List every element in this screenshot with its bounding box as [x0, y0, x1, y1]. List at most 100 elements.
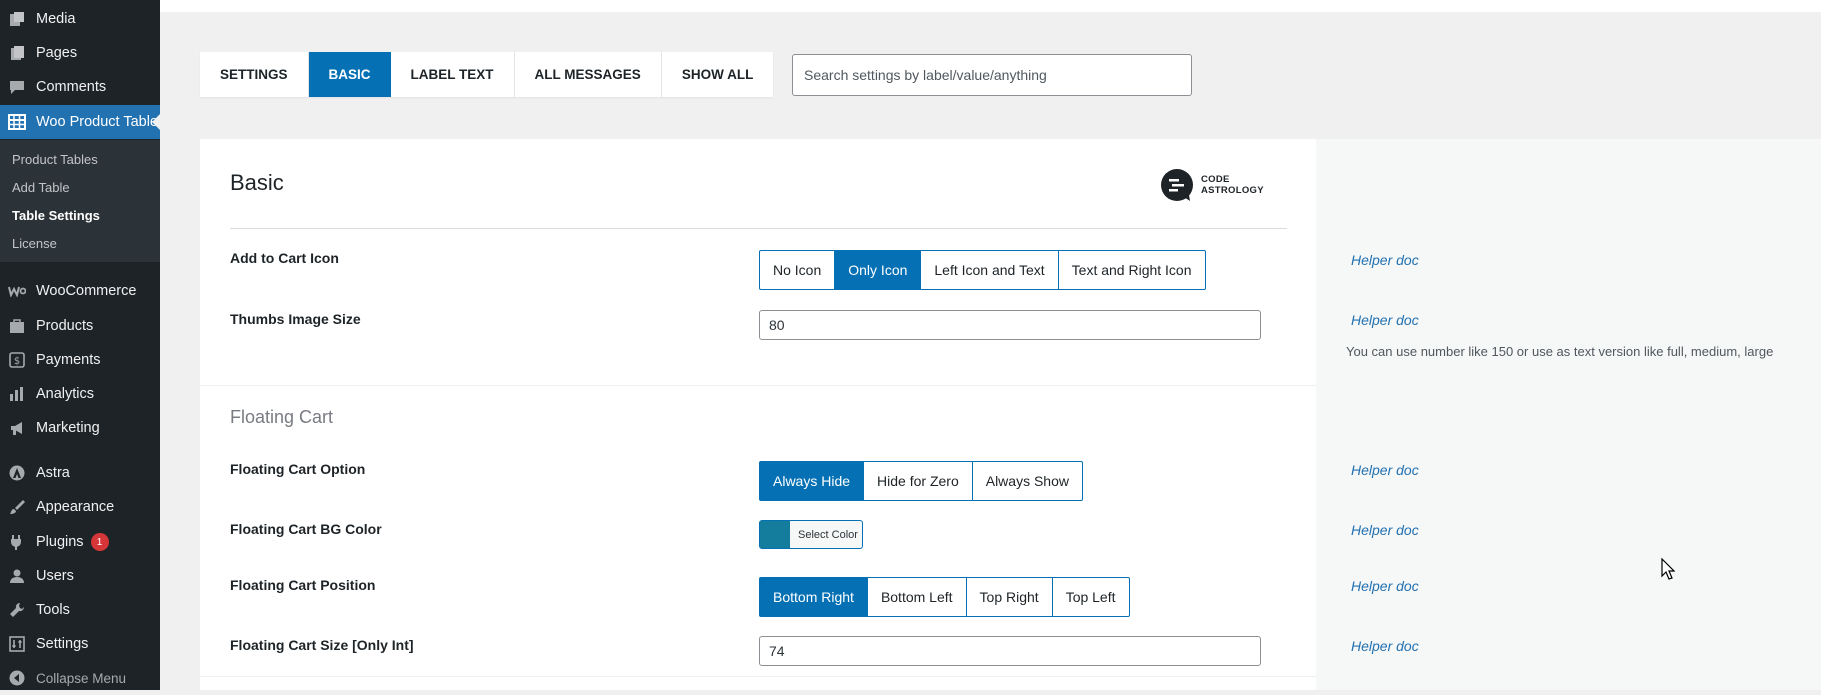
- helper-column: [1316, 139, 1821, 690]
- top-strip: [160, 0, 1821, 12]
- code-astrology-logo: CODE ASTROLOGY: [1160, 168, 1264, 202]
- option-text-and-right-icon[interactable]: Text and Right Icon: [1057, 251, 1205, 289]
- woo-product-table-submenu: Product Tables Add Table Table Settings …: [0, 140, 160, 262]
- floating-cart-position-label: Floating Cart Position: [230, 577, 376, 593]
- option-always-hide[interactable]: Always Hide: [760, 462, 864, 500]
- section-title-basic: Basic: [230, 170, 284, 195]
- helper-doc-link[interactable]: Helper doc: [1351, 312, 1419, 328]
- tab-all-messages[interactable]: ALL MESSAGES: [515, 52, 662, 97]
- helper-doc-link[interactable]: Helper doc: [1351, 462, 1419, 478]
- sidebar-item-label: Analytics: [36, 386, 95, 402]
- sidebar-item-products[interactable]: Products: [0, 309, 160, 343]
- sidebar-item-plugins[interactable]: Plugins 1: [0, 525, 160, 559]
- sidebar-item-label: Appearance: [36, 499, 115, 515]
- sidebar-item-marketing[interactable]: Marketing: [0, 411, 160, 445]
- search-settings-input[interactable]: [792, 54, 1192, 96]
- floating-cart-position-options: Bottom Right Bottom Left Top Right Top L…: [759, 577, 1130, 617]
- analytics-icon: [8, 385, 26, 403]
- option-bottom-left[interactable]: Bottom Left: [866, 578, 966, 616]
- plugins-icon: [8, 533, 26, 551]
- tab-label-text[interactable]: LABEL TEXT: [391, 52, 515, 97]
- tab-settings[interactable]: SETTINGS: [200, 52, 309, 97]
- logo-text: CODE ASTROLOGY: [1201, 174, 1264, 196]
- helper-doc-link[interactable]: Helper doc: [1351, 578, 1419, 594]
- settings-icon: [8, 635, 26, 653]
- appearance-icon: [8, 498, 26, 516]
- tab-show-all[interactable]: SHOW ALL: [662, 52, 774, 97]
- submenu-item-license[interactable]: License: [12, 236, 57, 251]
- sidebar-item-media[interactable]: Media: [0, 2, 160, 36]
- sidebar-item-settings[interactable]: Settings: [0, 627, 160, 661]
- option-top-left[interactable]: Top Left: [1051, 578, 1129, 616]
- thumbs-image-size-hint: You can use number like 150 or use as te…: [1346, 344, 1774, 359]
- sidebar-item-label: WooCommerce: [36, 283, 137, 299]
- floating-cart-color-picker[interactable]: Select Color: [759, 520, 863, 549]
- sidebar-item-label: Payments: [36, 352, 101, 368]
- option-always-show[interactable]: Always Show: [971, 462, 1082, 500]
- sidebar-item-analytics[interactable]: Analytics: [0, 377, 160, 411]
- tab-basic[interactable]: BASIC: [308, 52, 391, 97]
- astra-icon: [8, 464, 26, 482]
- sidebar-item-appearance[interactable]: Appearance: [0, 490, 160, 524]
- floating-cart-size-label: Floating Cart Size [Only Int]: [230, 637, 414, 653]
- sidebar-item-label: Tools: [36, 602, 70, 618]
- option-top-right[interactable]: Top Right: [965, 578, 1052, 616]
- helper-doc-link[interactable]: Helper doc: [1351, 252, 1419, 268]
- sidebar-item-label: Astra: [36, 465, 70, 481]
- option-only-icon[interactable]: Only Icon: [834, 251, 921, 289]
- thumbs-image-size-input[interactable]: [759, 310, 1261, 340]
- sidebar-item-label: Marketing: [36, 420, 100, 436]
- helper-doc-link[interactable]: Helper doc: [1351, 522, 1419, 538]
- sidebar-item-label: Products: [36, 318, 94, 334]
- option-no-icon[interactable]: No Icon: [760, 251, 834, 289]
- table-icon: [8, 113, 26, 131]
- option-bottom-right[interactable]: Bottom Right: [760, 578, 867, 616]
- sidebar-item-tools[interactable]: Tools: [0, 593, 160, 627]
- section-divider: [230, 228, 1287, 229]
- svg-text:$: $: [14, 356, 20, 367]
- sidebar-item-woo-product-table[interactable]: Woo Product Table: [0, 105, 160, 139]
- woocommerce-icon: [8, 282, 26, 300]
- section-separator: [200, 676, 1316, 677]
- sidebar-item-label: Users: [36, 568, 74, 584]
- sidebar-item-woocommerce[interactable]: WooCommerce: [0, 274, 160, 308]
- sidebar-item-label: Woo Product Table: [36, 114, 158, 130]
- sidebar-item-label: Collapse Menu: [36, 670, 127, 686]
- color-swatch: [760, 521, 790, 548]
- users-icon: [8, 567, 26, 585]
- floating-cart-size-input[interactable]: [759, 636, 1261, 666]
- sidebar-item-label: Settings: [36, 636, 89, 652]
- helper-doc-link[interactable]: Helper doc: [1351, 638, 1419, 654]
- sidebar-item-pages[interactable]: Pages: [0, 36, 160, 70]
- submenu-item-table-settings[interactable]: Table Settings: [12, 208, 100, 223]
- admin-sidebar: Media Pages Comments Woo Product Table P…: [0, 0, 160, 690]
- sidebar-item-payments[interactable]: $ Payments: [0, 343, 160, 377]
- add-to-cart-icon-label: Add to Cart Icon: [230, 250, 339, 266]
- option-left-icon-and-text[interactable]: Left Icon and Text: [920, 251, 1057, 289]
- sidebar-item-label: Plugins: [36, 534, 84, 550]
- pages-icon: [8, 44, 26, 62]
- tools-icon: [8, 601, 26, 619]
- submenu-item-add-table[interactable]: Add Table: [12, 180, 70, 195]
- media-icon: [8, 10, 26, 28]
- thumbs-image-size-label: Thumbs Image Size: [230, 311, 361, 327]
- sidebar-item-label: Comments: [36, 79, 107, 95]
- option-hide-for-zero[interactable]: Hide for Zero: [863, 462, 972, 500]
- collapse-icon: [8, 669, 26, 687]
- mouse-cursor-icon: [1661, 558, 1675, 580]
- sidebar-item-comments[interactable]: Comments: [0, 70, 160, 104]
- floating-cart-bg-color-label: Floating Cart BG Color: [230, 521, 382, 537]
- select-color-button[interactable]: Select Color: [790, 521, 858, 548]
- submenu-item-product-tables[interactable]: Product Tables: [12, 152, 98, 167]
- code-astrology-logo-icon: [1161, 169, 1193, 201]
- sidebar-item-users[interactable]: Users: [0, 559, 160, 593]
- settings-tabs: SETTINGS BASIC LABEL TEXT ALL MESSAGES S…: [200, 52, 774, 97]
- comments-icon: [8, 78, 26, 96]
- sidebar-item-label: Media: [36, 11, 76, 27]
- section-separator: [200, 385, 1316, 386]
- plugins-update-badge: 1: [90, 533, 109, 551]
- payments-icon: $: [8, 351, 26, 369]
- section-title-floating-cart: Floating Cart: [230, 407, 334, 427]
- sidebar-item-label: Pages: [36, 45, 78, 61]
- sidebar-item-astra[interactable]: Astra: [0, 456, 160, 490]
